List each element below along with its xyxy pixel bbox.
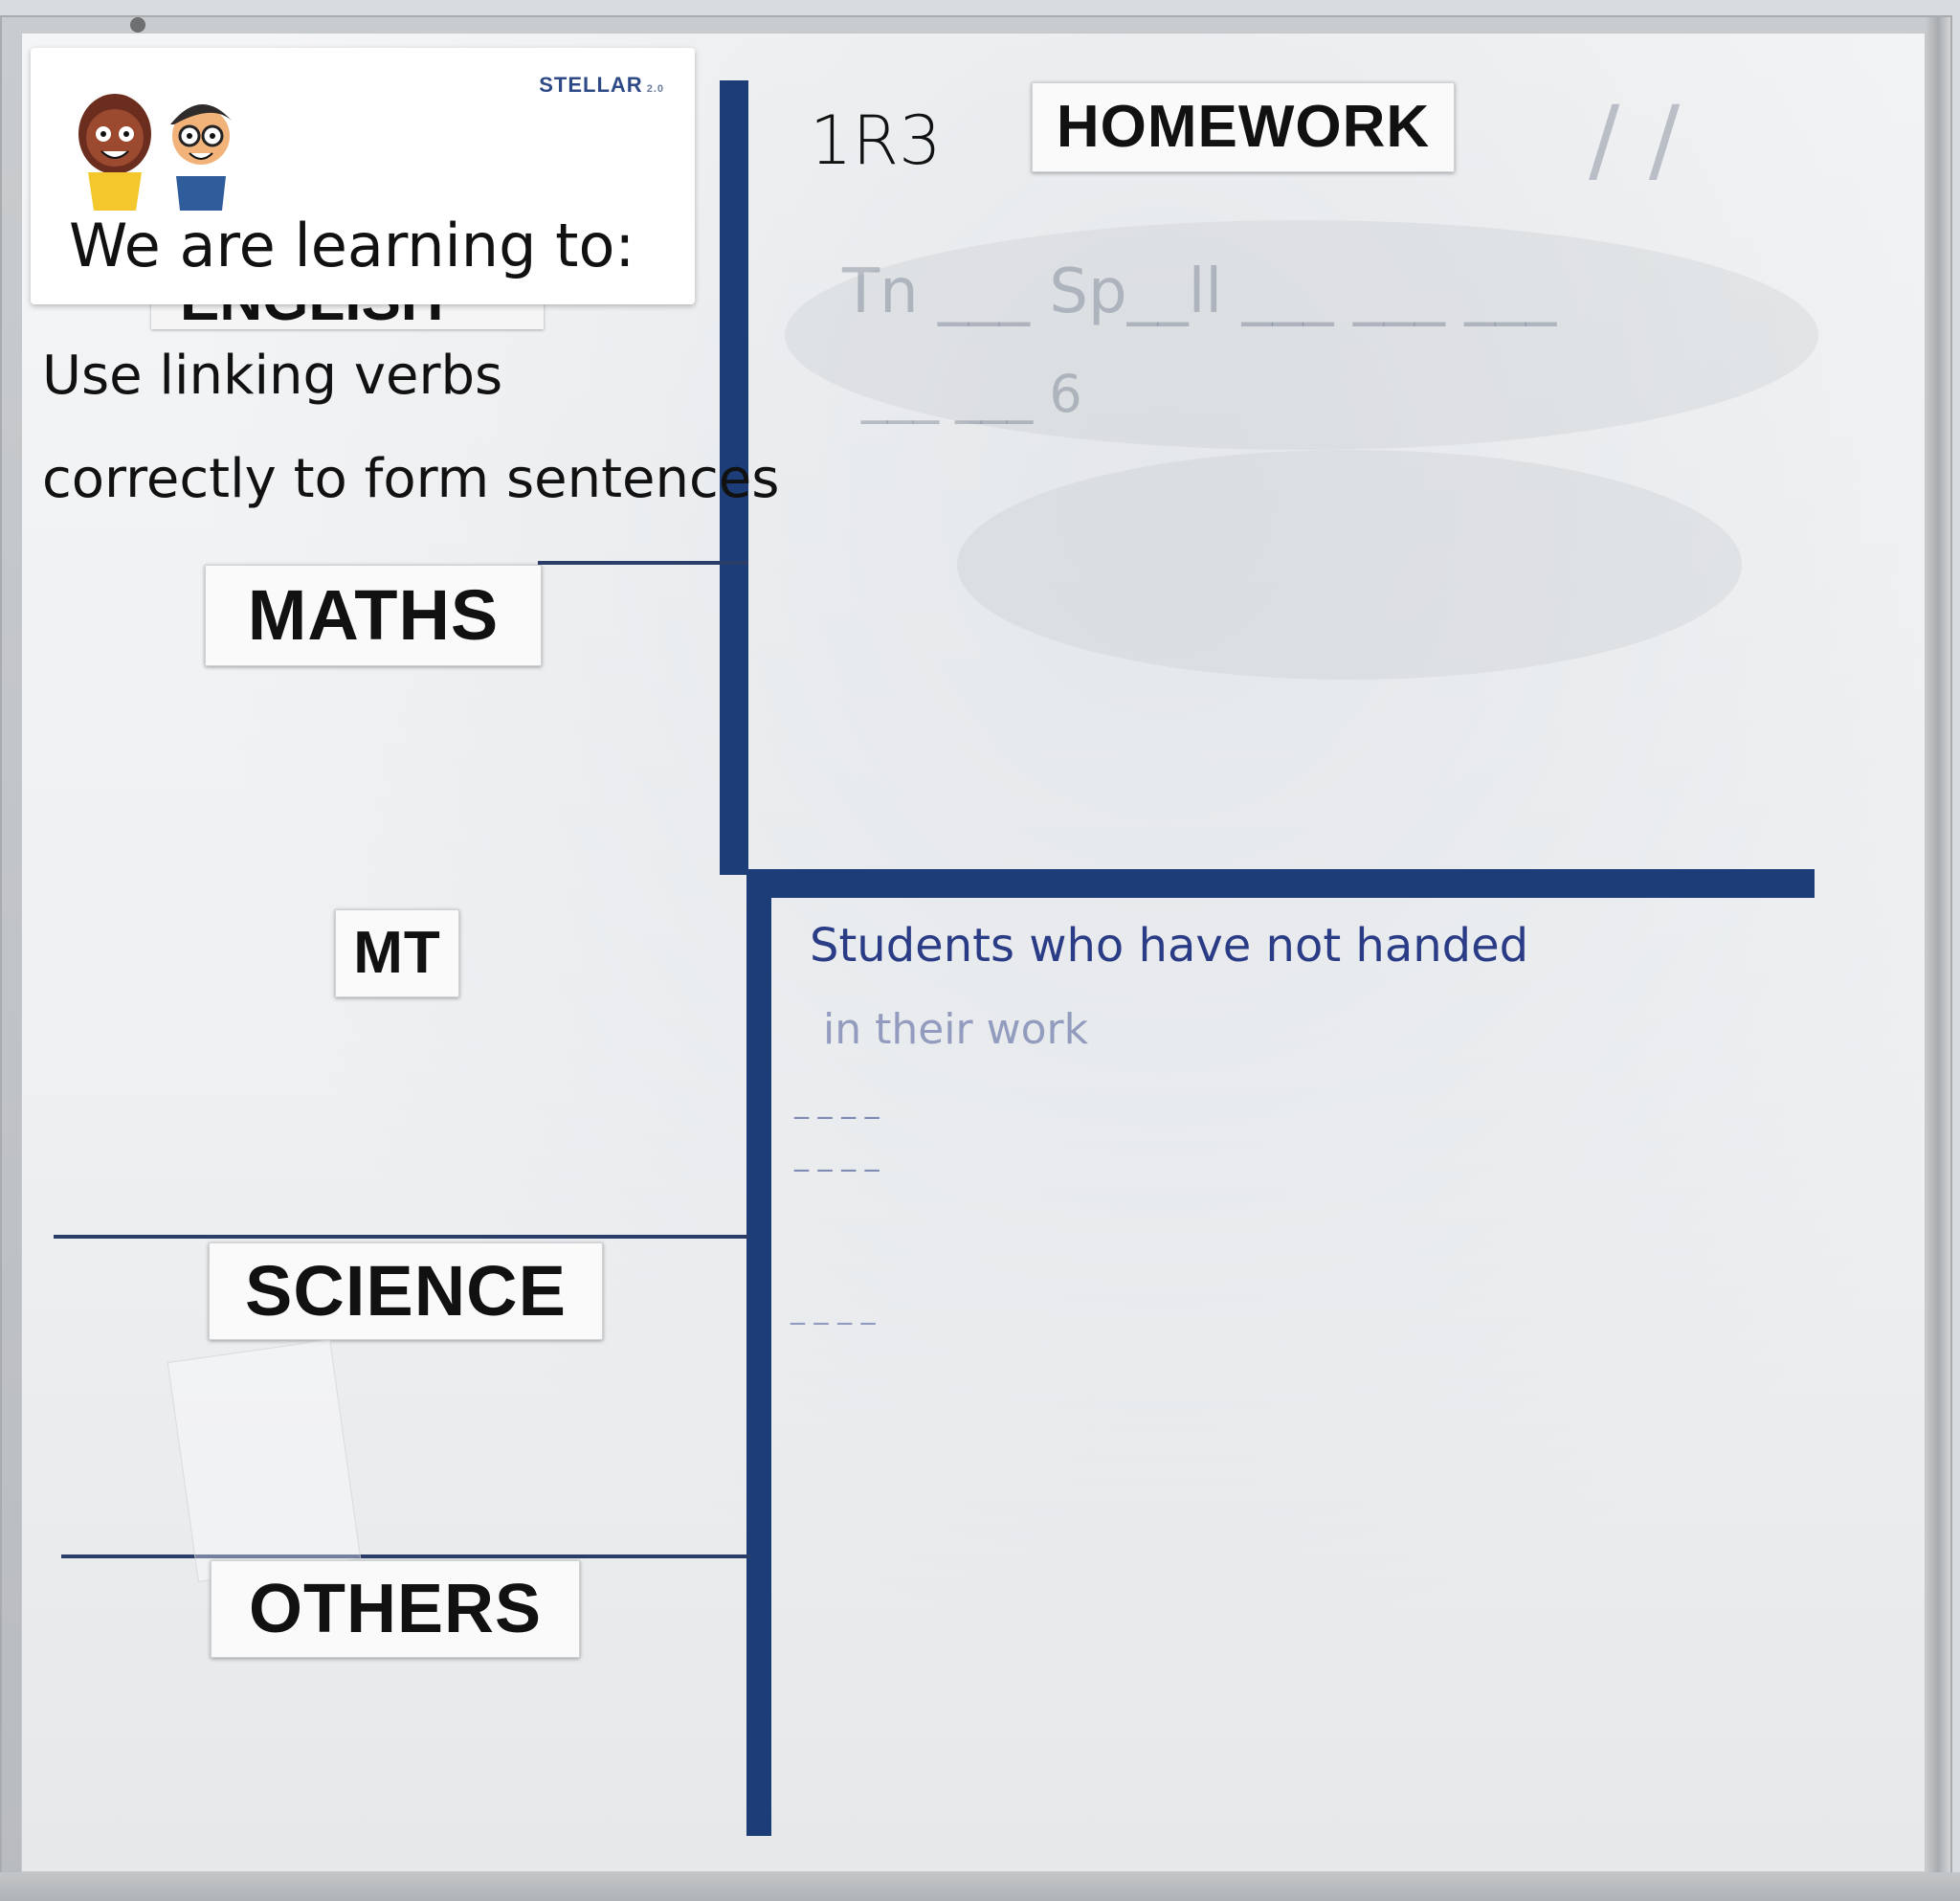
tape-horizontal	[756, 869, 1815, 898]
name-entry-2: _ _ _ _	[794, 1139, 880, 1173]
label-others: OTHERS	[211, 1560, 580, 1658]
torn-plastic-sleeve	[167, 1339, 362, 1582]
erased-writing: ___ ___ 6	[861, 364, 1082, 424]
erased-writing: Tn ___ Sp__ll ___ ___ ___	[842, 257, 1557, 327]
frame-bottom-edge	[0, 1872, 1960, 1901]
label-homework: HOMEWORK	[1032, 82, 1455, 172]
kids-illustration-icon	[78, 94, 232, 211]
brand-version: 2.0	[646, 83, 664, 95]
magnet-icon	[130, 17, 145, 33]
class-name: 1R3	[810, 101, 942, 180]
eraser-smudge	[957, 450, 1742, 680]
label-mt: MT	[335, 909, 459, 997]
brand-name: STELLAR	[539, 73, 643, 97]
erased-writing: / /	[1589, 86, 1681, 193]
label-science: SCIENCE	[209, 1242, 603, 1340]
label-maths: MATHS	[205, 565, 542, 666]
frame-right-edge	[1926, 17, 1950, 1893]
tape-vertical-lower	[746, 869, 771, 1836]
section-divider	[54, 1235, 748, 1239]
homework-note-line2: in their work	[823, 1005, 1089, 1054]
english-objective-line2: correctly to form sentences	[42, 448, 780, 510]
stellar-logo: STELLAR 2.0	[539, 73, 664, 98]
label-english-text: ENGLISH	[180, 301, 444, 329]
section-divider	[61, 1554, 750, 1558]
name-entry-1: _ _ _ _	[794, 1086, 880, 1120]
learning-poster: STELLAR 2.0 We are learning to:	[31, 48, 695, 304]
poster-tagline: We are learning to:	[69, 211, 635, 280]
section-divider	[538, 561, 748, 565]
homework-note-line1: Students who have not handed	[810, 919, 1529, 973]
name-entry-3: _ _ _ _	[791, 1292, 876, 1326]
label-english: ENGLISH	[151, 301, 544, 329]
english-objective-line1: Use linking verbs	[42, 345, 503, 407]
